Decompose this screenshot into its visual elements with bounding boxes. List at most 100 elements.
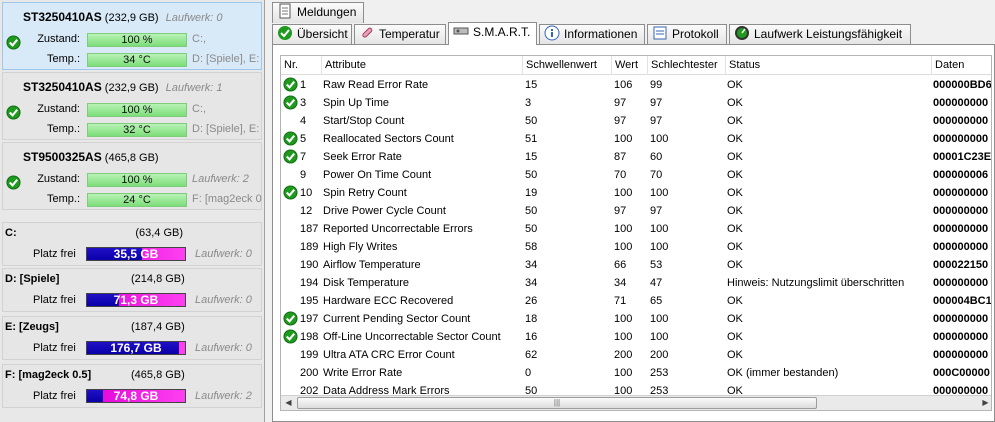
cell-status: OK [727, 133, 743, 145]
drive-partitions-2: D: [Spiele], E: [192, 53, 260, 65]
tab-label: S.M.A.R.T. [473, 25, 531, 39]
partition-laufwerk: Laufwerk: 0 [195, 342, 252, 354]
cell-schwellenwert: 26 [525, 295, 538, 307]
tab-leistung[interactable]: Laufwerk Leistungsfähigkeit [729, 24, 911, 45]
drive-item-1[interactable]: ST3250410AS (232,9 GB) Laufwerk: 1 Zusta… [2, 72, 262, 140]
free-space-bar: 176,7 GB [86, 341, 186, 355]
table-row[interactable]: 5 Reallocated Sectors Count 51 100 100 OK 0000… [281, 130, 991, 148]
cell-daten: 000004BC1 [933, 295, 992, 307]
cell-wert: 100 [614, 313, 633, 325]
header-schwellenwert[interactable]: Schwellenwert [523, 56, 612, 75]
header-wert[interactable]: Wert [612, 56, 648, 75]
partition-name: E: [Zeugs] [5, 321, 59, 333]
header-status[interactable]: Status [726, 56, 932, 75]
cell-nr: 187 [300, 223, 319, 235]
drive-size: (232,9 GB) [104, 82, 159, 94]
ok-icon [6, 105, 21, 120]
table-row[interactable]: 198 Off-Line Uncorrectable Sector Count 16… [281, 328, 991, 346]
cell-schlechtester: 100 [650, 241, 669, 253]
table-row[interactable]: 187 Reported Uncorrectable Errors 50 100 100… [281, 220, 991, 238]
partition-laufwerk: Laufwerk: 0 [195, 248, 252, 260]
scroll-right-arrow[interactable]: ▶ [978, 396, 991, 410]
free-space-bar: 35,5 GB [86, 247, 186, 261]
cell-nr: 12 [300, 205, 313, 217]
drive-item-0[interactable]: ST3250410AS (232,9 GB) Laufwerk: 0 Zusta… [2, 2, 262, 70]
scrollbar-thumb[interactable]: ||| [297, 397, 817, 409]
table-row[interactable]: 10 Spin Retry Count 19 100 100 OK 000000000 [281, 184, 991, 202]
cell-status: OK [727, 97, 743, 109]
cell-schlechtester: 100 [650, 187, 669, 199]
partition-name: D: [Spiele] [5, 273, 60, 285]
cell-schlechtester: 65 [650, 295, 663, 307]
cell-nr: 198 [300, 331, 319, 343]
cell-wert: 34 [614, 277, 627, 289]
partition-laufwerk: Laufwerk: 0 [195, 294, 252, 306]
cell-wert: 97 [614, 205, 627, 217]
drive-item-2[interactable]: ST9500325AS (465,8 GB) Zustand: 100 % La… [2, 142, 262, 210]
cell-schwellenwert: 51 [525, 133, 538, 145]
ok-icon [6, 35, 21, 50]
partition-item-d[interactable]: D: [Spiele] (214,8 GB) Platz frei 71,3 G… [2, 268, 262, 312]
tab-smart[interactable]: S.M.A.R.T. [448, 22, 537, 45]
cell-daten: 000000000 [933, 205, 989, 217]
table-row[interactable]: 1 Raw Read Error Rate 15 106 99 OK 000000BD6 [281, 76, 991, 94]
cell-wert: 71 [614, 295, 627, 307]
cell-daten: 00001C23E [933, 151, 992, 163]
partition-item-e[interactable]: E: [Zeugs] (187,4 GB) Platz frei 176,7 G… [2, 316, 262, 360]
cell-wert: 87 [614, 151, 627, 163]
cell-schwellenwert: 0 [525, 367, 532, 379]
cell-attribute: Spin Retry Count [323, 187, 407, 199]
scroll-left-arrow[interactable]: ◀ [281, 396, 296, 410]
zustand-label: Zustand: [37, 173, 80, 185]
table-row[interactable]: 200 Write Error Rate 0 100 253 OK (immer best… [281, 364, 991, 382]
cell-status: OK [727, 295, 743, 307]
zustand-bar: 100 % [87, 33, 187, 47]
ok-icon [283, 311, 299, 329]
table-row[interactable]: 195 Hardware ECC Recovered 26 71 65 OK 000004B… [281, 292, 992, 310]
horizontal-scrollbar[interactable]: ◀ ||| ▶ [281, 395, 991, 410]
tab-label: Protokoll [672, 27, 719, 41]
tab-temperatur[interactable]: Temperatur [354, 24, 446, 45]
cell-wert: 100 [614, 223, 633, 235]
free-space-bar: 74,8 GB [86, 389, 186, 403]
table-row[interactable]: 7 Seek Error Rate 15 87 60 OK 00001C23E [281, 148, 992, 166]
table-row[interactable]: 194 Disk Temperature 34 34 47 Hinweis: Nutzun… [281, 274, 991, 292]
temp-bar: 24 °C [87, 193, 187, 207]
header-nr[interactable]: Nr. [281, 56, 322, 75]
gauge-icon [734, 25, 750, 41]
table-row[interactable]: 189 High Fly Writes 58 100 100 OK 000000000 [281, 238, 991, 256]
table-row[interactable]: 199 Ultra ATA CRC Error Count 62 200 200 OK 00… [281, 346, 991, 364]
table-row[interactable]: 9 Power On Time Count 50 70 70 OK 000000006 [281, 166, 991, 184]
partition-laufwerk: Laufwerk: 2 [195, 390, 252, 402]
cell-nr: 194 [300, 277, 319, 289]
partition-name: C: [5, 227, 17, 239]
cell-schwellenwert: 16 [525, 331, 538, 343]
table-row[interactable]: 190 Airflow Temperature 34 66 53 OK 000022150 [281, 256, 991, 274]
cell-status: OK [727, 349, 743, 361]
table-row[interactable]: 3 Spin Up Time 3 97 97 OK 000000000 [281, 94, 991, 112]
cell-schwellenwert: 62 [525, 349, 538, 361]
tab-informationen[interactable]: Informationen [539, 24, 645, 45]
cell-schwellenwert: 19 [525, 187, 538, 199]
tab-protokoll[interactable]: Protokoll [647, 24, 727, 45]
header-attribute[interactable]: Attribute [322, 56, 523, 75]
drive-partitions-1: C:, [192, 103, 207, 115]
header-schlechtester[interactable]: Schlechtester [648, 56, 726, 75]
cell-nr: 1 [300, 79, 307, 91]
table-row[interactable]: 197 Current Pending Sector Count 18 100 100 O… [281, 310, 991, 329]
partition-item-c[interactable]: C: (63,4 GB) Platz frei 35,5 GB Laufwerk… [2, 222, 262, 266]
cell-wert: 70 [614, 169, 627, 181]
header-daten[interactable]: Daten [932, 56, 991, 75]
table-row[interactable]: 4 Start/Stop Count 50 97 97 OK 000000000 [281, 112, 991, 130]
tab-uebersicht[interactable]: Übersicht [272, 24, 352, 45]
cell-attribute: Power On Time Count [323, 169, 432, 181]
cell-daten: 000000000 [933, 313, 989, 325]
cell-attribute: Hardware ECC Recovered [323, 295, 454, 307]
cell-status: OK [727, 241, 743, 253]
table-row[interactable]: 12 Drive Power Cycle Count 50 97 97 OK 0000000… [281, 202, 991, 220]
table-header: Nr. Attribute Schwellenwert Wert Schlech… [281, 56, 991, 75]
partition-item-f[interactable]: F: [mag2eck 0.5] (465,8 GB) Platz frei 7… [2, 364, 262, 408]
cell-status: OK [727, 79, 743, 91]
cell-schlechtester: 100 [650, 313, 669, 325]
tab-meldungen[interactable]: Meldungen [272, 2, 364, 23]
